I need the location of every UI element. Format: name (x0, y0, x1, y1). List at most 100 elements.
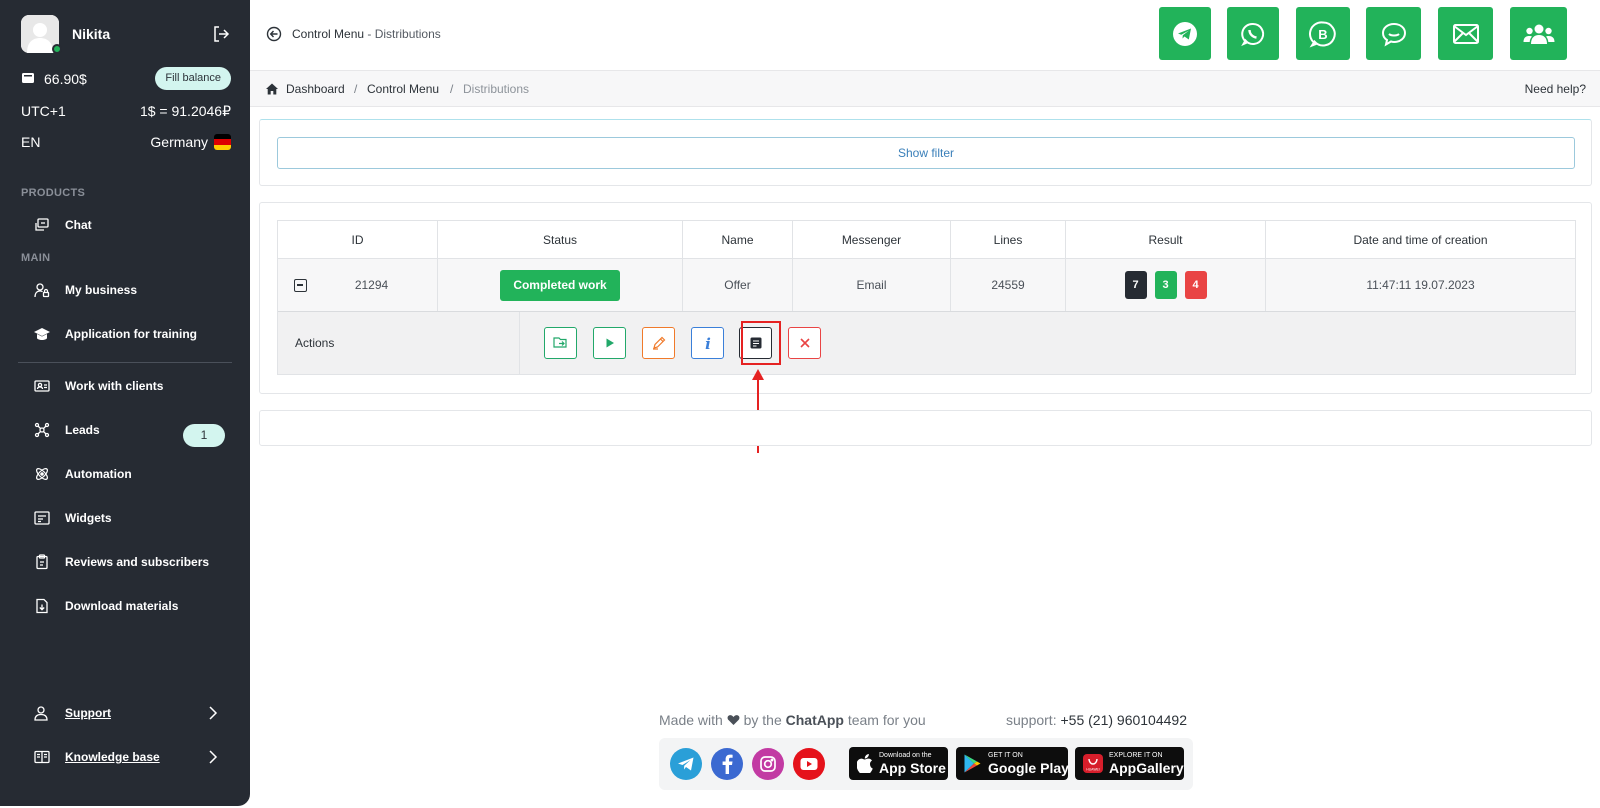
need-help-link[interactable]: Need help? (1525, 82, 1586, 96)
clipboard-icon (36, 554, 48, 570)
sidebar-item-knowledge-base[interactable]: Knowledge base (34, 746, 226, 768)
graduation-cap-icon (34, 328, 50, 340)
status-badge: Completed work (500, 269, 620, 301)
language-selector[interactable]: EN (21, 134, 40, 150)
google-play-button[interactable]: GET IT ON Google Play (956, 747, 1069, 780)
sidebar-item-label: Leads (65, 423, 100, 437)
whatsapp-business-button[interactable]: B (1296, 7, 1350, 60)
sidebar-item-label: Automation (65, 467, 132, 481)
chevron-right-icon (209, 706, 218, 720)
play-button[interactable] (593, 327, 626, 359)
result-failed-badge: 4 (1184, 271, 1207, 299)
breadcrumb: Dashboard / Control Menu / Distributions… (250, 70, 1600, 107)
chevron-right-icon (209, 750, 218, 764)
breadcrumb-control-menu[interactable]: Control Menu (367, 82, 439, 96)
sidebar-divider (18, 362, 232, 363)
fill-balance-button[interactable]: Fill balance (155, 67, 231, 90)
app-gallery-button[interactable]: HUAWEI EXPLORE IT ON AppGallery (1075, 747, 1184, 780)
edit-pen-icon (652, 336, 665, 350)
sidebar-item-automation[interactable]: Automation (34, 463, 226, 485)
online-status-dot (52, 44, 62, 54)
atom-icon (36, 468, 48, 480)
chat-bubble-icon (1381, 22, 1406, 47)
section-title-main: MAIN (21, 252, 51, 264)
breadcrumb-separator: / (450, 82, 454, 96)
column-header-created[interactable]: Date and time of creation (1266, 221, 1575, 258)
copy-button[interactable] (544, 327, 577, 359)
heart-icon (727, 715, 740, 725)
cell-lines: 24559 (951, 259, 1066, 311)
user-lock-icon (34, 283, 50, 298)
column-header-lines[interactable]: Lines (951, 221, 1066, 258)
svg-text:B: B (1318, 27, 1327, 42)
breadcrumb-dashboard[interactable]: Dashboard (286, 82, 345, 96)
id-card-icon (34, 380, 50, 392)
footer-support-phone[interactable]: +55 (21) 960104492 (1060, 712, 1187, 728)
distributions-table: ID Status Name Messenger Lines Result Da… (277, 220, 1576, 375)
column-header-status[interactable]: Status (438, 221, 683, 258)
telegram-icon (678, 757, 694, 771)
column-header-name[interactable]: Name (683, 221, 793, 258)
sidebar-item-chat[interactable]: Chat (34, 214, 226, 236)
distributions-table-card: ID Status Name Messenger Lines Result Da… (259, 202, 1592, 394)
close-icon (799, 338, 810, 348)
whatsapp-button[interactable] (1227, 7, 1279, 60)
app-store-button[interactable]: Download on the App Store (849, 747, 948, 780)
column-header-messenger[interactable]: Messenger (793, 221, 951, 258)
sidebar-item-label: Chat (65, 218, 92, 232)
users-button[interactable] (1510, 7, 1567, 60)
sidebar-item-reviews-and-subscribers[interactable]: Reviews and subscribers (34, 551, 226, 573)
germany-flag-icon (214, 134, 231, 150)
table-row[interactable]: 21294 Completed work Offer Email 24559 7… (278, 259, 1575, 312)
result-success-badge: 3 (1154, 271, 1177, 299)
logout-icon[interactable] (211, 24, 231, 44)
breadcrumb-separator: / (354, 82, 358, 96)
book-icon (34, 750, 50, 764)
play-icon (606, 338, 614, 348)
footer-support-label: support: (1006, 712, 1057, 728)
delete-button[interactable] (788, 327, 821, 359)
app-gallery-big-text: AppGallery (1109, 760, 1184, 776)
sidebar-item-download-materials[interactable]: Download materials (34, 595, 226, 617)
footer-made-with-by: by the (743, 712, 782, 728)
telegram-button[interactable] (1159, 7, 1211, 60)
sidebar-item-work-with-clients[interactable]: Work with clients (34, 375, 226, 397)
facebook-icon (722, 754, 733, 774)
chat-bubble-button[interactable] (1366, 7, 1421, 60)
edit-button[interactable] (642, 327, 675, 359)
facebook-link[interactable] (711, 748, 743, 780)
breadcrumb-distributions: Distributions (463, 82, 530, 96)
result-total-badge: 7 (1124, 271, 1147, 299)
sidebar-item-label: Reviews and subscribers (65, 555, 210, 569)
google-play-icon (964, 754, 981, 773)
sidebar-item-label: Support (65, 706, 111, 720)
column-header-result[interactable]: Result (1066, 221, 1266, 258)
home-icon[interactable] (266, 83, 278, 95)
email-button[interactable] (1438, 7, 1493, 60)
network-icon (34, 422, 50, 438)
country-selector[interactable]: Germany (150, 134, 231, 150)
actions-row: Actions i (278, 312, 1575, 374)
back-arrow-icon[interactable] (266, 26, 282, 42)
huawei-icon: HUAWEI (1083, 754, 1103, 773)
collapse-row-icon[interactable] (294, 279, 307, 292)
telegram-link[interactable] (670, 748, 702, 780)
whatsapp-business-icon: B (1309, 20, 1336, 47)
sidebar: Nikita 66.90$ Fill balance UTC+1 1$ = 91… (0, 0, 250, 806)
actions-label: Actions (278, 312, 520, 374)
language-country-row: EN Germany (21, 134, 231, 154)
sidebar-item-my-business[interactable]: My business (34, 279, 226, 301)
user-profile: Nikita (21, 15, 231, 54)
instagram-link[interactable] (752, 748, 784, 780)
column-header-id[interactable]: ID (278, 221, 438, 258)
show-filter-button[interactable]: Show filter (277, 137, 1575, 169)
sidebar-item-support[interactable]: Support (34, 702, 226, 724)
info-button[interactable]: i (691, 327, 724, 359)
youtube-link[interactable] (793, 748, 825, 780)
timezone[interactable]: UTC+1 (21, 103, 66, 119)
google-play-small-text: GET IT ON (988, 752, 1023, 759)
sidebar-item-application-for-training[interactable]: Application for training (34, 323, 226, 345)
leads-count-badge: 1 (183, 424, 225, 447)
row-id: 21294 (354, 278, 389, 292)
sidebar-item-widgets[interactable]: Widgets (34, 507, 226, 529)
